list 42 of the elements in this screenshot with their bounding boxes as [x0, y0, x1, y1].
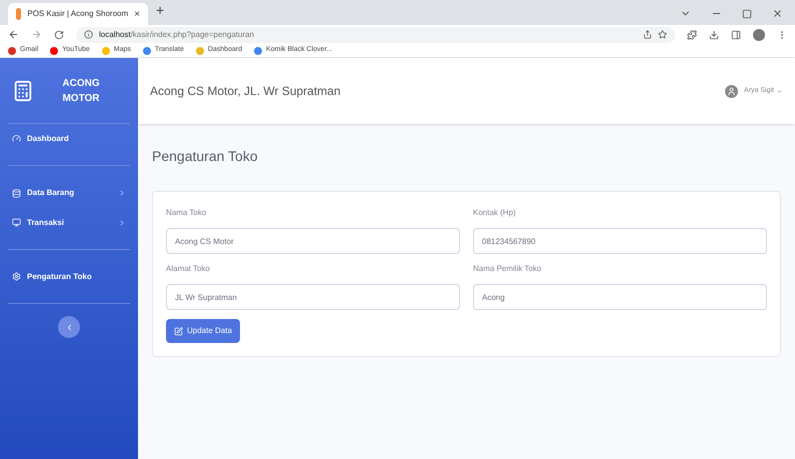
close-icon[interactable]	[772, 8, 783, 19]
input-field[interactable]: Acong	[473, 284, 767, 310]
update-button[interactable]: Update Data	[166, 319, 240, 343]
maximize-icon[interactable]	[742, 8, 752, 18]
address-bar[interactable]: localhost/kasir/index.php?page=pengaturan	[76, 26, 675, 42]
menu-item-icon	[12, 218, 21, 227]
edit-icon	[174, 326, 183, 336]
sidebar-item[interactable]: Transaksi	[8, 208, 130, 250]
sidebar-item[interactable]: Pengaturan Toko	[8, 262, 130, 304]
menu-item-icon	[12, 272, 21, 281]
tab-close[interactable]: ×	[134, 6, 140, 22]
page-title: Pengaturan Toko	[152, 147, 259, 166]
input-field[interactable]: Acong CS Motor	[166, 228, 460, 254]
chevron-icon	[118, 218, 126, 226]
new-tab-button[interactable]: +	[156, 0, 164, 21]
sidebar-item[interactable]: Data Barang	[8, 178, 130, 208]
user-icon	[727, 86, 736, 96]
input-field[interactable]: JL Wr Supratman	[166, 284, 460, 310]
user-avatar[interactable]	[725, 84, 738, 98]
field-label: Alamat Toko	[166, 263, 211, 275]
menu-item-icon	[12, 188, 21, 198]
browser-tab[interactable]: POS Kasir | Acong Shoroom ×	[8, 3, 148, 25]
download-icon[interactable]	[709, 30, 719, 40]
url-text: localhost/kasir/index.php?page=pengaturan	[99, 28, 254, 40]
profile-avatar[interactable]	[753, 28, 765, 40]
info-icon	[84, 30, 93, 39]
share-icon[interactable]	[643, 30, 652, 39]
menu-item-icon	[12, 134, 21, 143]
back-icon[interactable]	[8, 29, 19, 40]
brand-name: ACONG MOTOR	[61, 76, 101, 106]
reload-icon[interactable]	[54, 30, 64, 40]
puzzle-icon[interactable]	[687, 30, 697, 40]
side-panel-icon[interactable]	[731, 30, 741, 40]
field-label: Nama Toko	[166, 207, 208, 219]
field-label: Nama Pemilik Toko	[473, 263, 542, 275]
store-title: Acong CS Motor, JL. Wr Supratman	[150, 83, 342, 100]
chevron-icon	[118, 189, 126, 197]
star-icon[interactable]	[658, 30, 667, 39]
sidebar-item[interactable]: Dashboard	[8, 124, 130, 166]
tab-title: POS Kasir | Acong Shoroom	[27, 8, 128, 20]
input-field[interactable]: 081234567890	[473, 228, 767, 254]
field-label: Kontak (Hp)	[473, 207, 517, 219]
